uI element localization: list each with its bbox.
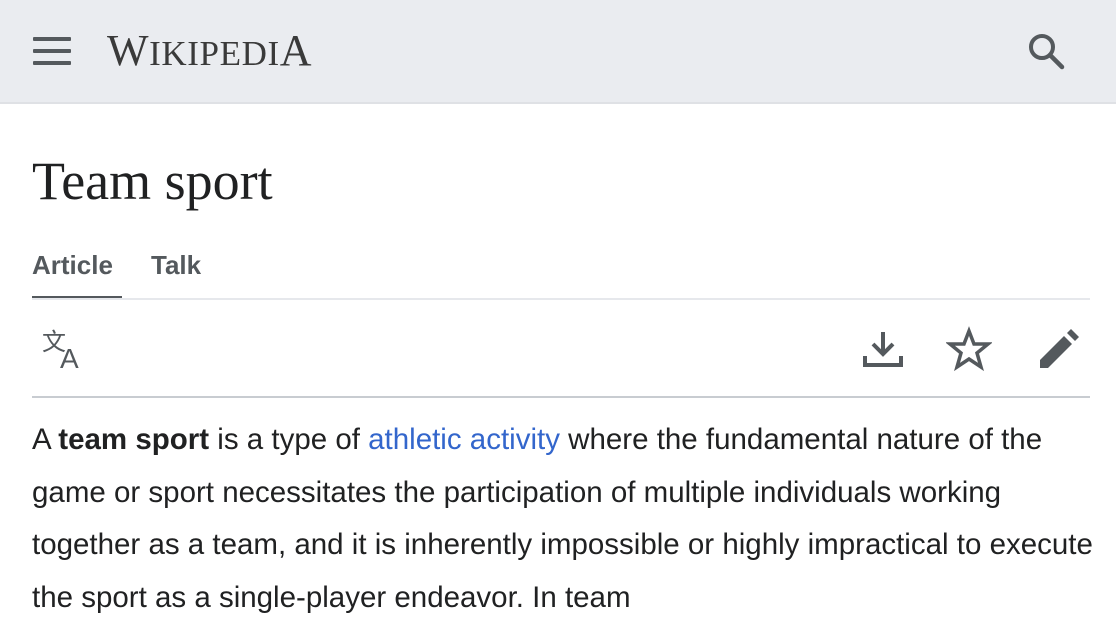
download-icon[interactable] (860, 326, 906, 372)
header-bar: WIKIPEDIA (0, 0, 1116, 104)
tabs-divider (32, 298, 1090, 300)
toolbar-divider (32, 396, 1090, 398)
language-icon[interactable]: 文 A (40, 328, 90, 374)
tab-article[interactable]: Article (32, 246, 122, 300)
star-icon[interactable] (945, 326, 993, 372)
bold-term: team sport (58, 423, 210, 456)
svg-text:A: A (60, 343, 79, 372)
wordmark-middle: IKIPEDI (149, 34, 280, 73)
hamburger-menu-icon[interactable] (33, 37, 71, 65)
wordmark-cap-a: A (279, 26, 313, 75)
search-icon[interactable] (1026, 31, 1066, 71)
page-title: Team sport (32, 151, 273, 211)
article-lead-paragraph: A team sport is a type of athletic activ… (32, 423, 1093, 614)
tab-talk[interactable]: Talk (151, 246, 201, 298)
wikipedia-wordmark[interactable]: WIKIPEDIA (107, 27, 312, 78)
pencil-edit-icon[interactable] (1034, 326, 1082, 374)
wordmark-cap-w: W (107, 26, 150, 75)
link-athletic-activity[interactable]: athletic activity (368, 423, 560, 456)
